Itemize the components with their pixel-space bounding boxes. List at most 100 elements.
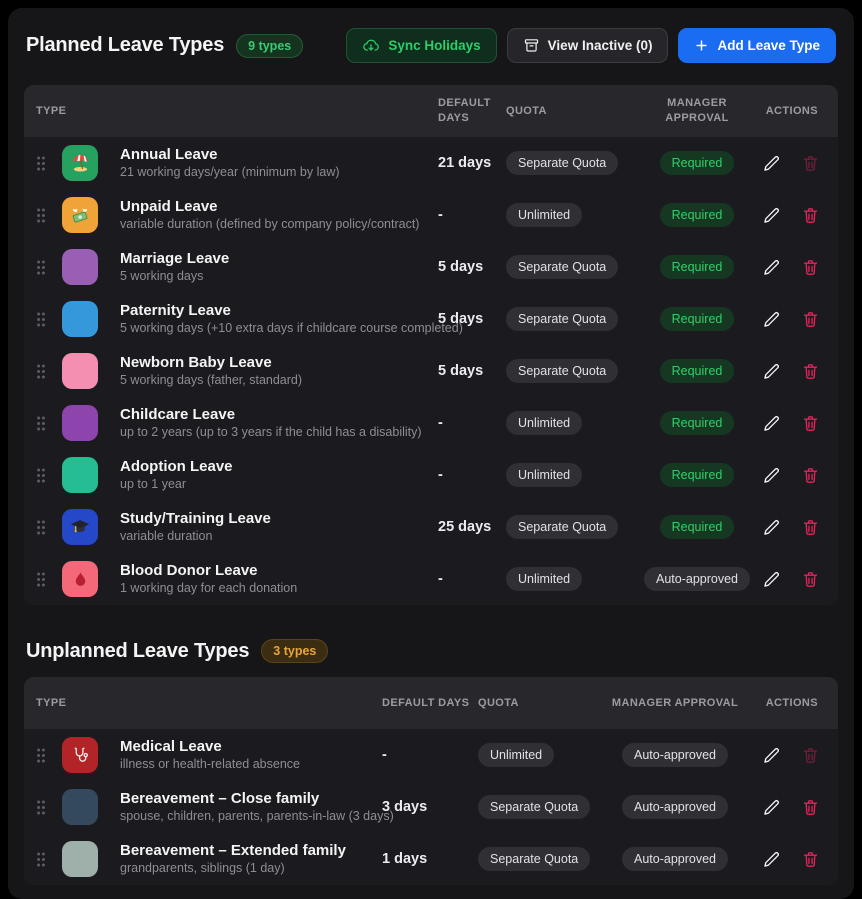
quota-badge: Unlimited [506,411,582,435]
quota-cell: Unlimited [478,743,600,767]
leave-type-cell: Marriage Leave 5 working days [108,250,438,285]
quota-badge: Separate Quota [506,255,618,279]
unplanned-leave-table: TYPE DEFAULT DAYS QUOTA MANAGER APPROVAL… [24,677,838,885]
delete-button[interactable] [801,414,820,433]
approval-cell: Required [644,255,750,279]
actions-cell [750,746,826,765]
stethoscope-icon [62,737,98,773]
leave-type-description: spouse, children, parents, parents-in-la… [120,808,382,824]
cloud-download-icon [362,37,380,55]
default-days-value: - [438,207,506,223]
leave-type-name: Unpaid Leave [120,198,438,217]
delete-button[interactable] [801,746,820,765]
delete-button[interactable] [801,518,820,537]
delete-button[interactable] [801,850,820,869]
leave-type-cell: Blood Donor Leave 1 working day for each… [108,562,438,597]
delete-button[interactable] [801,570,820,589]
edit-button[interactable] [762,206,781,225]
table-row: Unpaid Leave variable duration (defined … [24,189,838,241]
drag-handle-icon[interactable] [36,519,62,536]
edit-button[interactable] [762,798,781,817]
edit-button[interactable] [762,362,781,381]
edit-button[interactable] [762,746,781,765]
delete-button[interactable] [801,310,820,329]
actions-cell [750,570,826,589]
table-row: Study/Training Leave variable duration 2… [24,501,838,553]
drag-handle-icon[interactable] [36,311,62,328]
leave-type-cell: Bereavement – Extended family grandparen… [108,842,382,877]
drag-handle-icon[interactable] [36,467,62,484]
quota-badge: Separate Quota [506,151,618,175]
color-tile [62,841,98,877]
approval-cell: Required [644,307,750,331]
delete-button[interactable] [801,362,820,381]
delete-button[interactable] [801,154,820,173]
drag-handle-icon[interactable] [36,207,62,224]
actions-cell [750,362,826,381]
add-leave-type-button[interactable]: Add Leave Type [678,28,836,63]
edit-button[interactable] [762,154,781,173]
actions-cell [750,798,826,817]
leave-type-cell: Annual Leave 21 working days/year (minim… [108,146,438,181]
column-header-manager-approval: MANAGER APPROVAL [644,96,750,126]
table-row: Annual Leave 21 working days/year (minim… [24,137,838,189]
approval-cell: Required [644,151,750,175]
leave-type-description: grandparents, siblings (1 day) [120,860,382,876]
table-row: Childcare Leave up to 2 years (up to 3 y… [24,397,838,449]
delete-button[interactable] [801,466,820,485]
edit-button[interactable] [762,466,781,485]
edit-button[interactable] [762,414,781,433]
actions-cell [750,206,826,225]
quota-badge: Separate Quota [506,307,618,331]
view-inactive-label: View Inactive (0) [548,38,653,53]
quota-cell: Separate Quota [506,359,644,383]
default-days-value: - [438,571,506,587]
drag-handle-icon[interactable] [36,571,62,588]
drag-handle-icon[interactable] [36,363,62,380]
drag-handle-icon[interactable] [36,851,62,868]
default-days-value: 5 days [438,259,506,275]
approval-cell: Auto-approved [600,743,750,767]
actions-cell [750,258,826,277]
delete-button[interactable] [801,258,820,277]
default-days-value: 5 days [438,363,506,379]
quota-cell: Separate Quota [478,795,600,819]
edit-button[interactable] [762,310,781,329]
drag-handle-icon[interactable] [36,259,62,276]
delete-button[interactable] [801,798,820,817]
quota-cell: Separate Quota [506,151,644,175]
sync-holidays-label: Sync Holidays [388,38,480,53]
toolbar: Sync Holidays View Inactive (0) Add Leav… [346,28,836,63]
approval-cell: Required [644,411,750,435]
default-days-value: 3 days [382,799,478,815]
drag-handle-icon[interactable] [36,799,62,816]
leave-type-name: Marriage Leave [120,250,438,269]
column-header-default-days: DEFAULT DAYS [438,96,506,126]
default-days-value: - [438,415,506,431]
approval-badge: Auto-approved [622,743,728,767]
planned-section-header: Planned Leave Types 9 types Sync Holiday… [26,28,836,63]
approval-cell: Auto-approved [644,567,750,591]
edit-button[interactable] [762,850,781,869]
quota-cell: Separate Quota [506,255,644,279]
approval-badge: Required [660,307,735,331]
edit-button[interactable] [762,258,781,277]
column-header-actions: ACTIONS [750,696,826,711]
view-inactive-button[interactable]: View Inactive (0) [507,28,669,63]
quota-badge: Unlimited [478,743,554,767]
beach-umbrella-icon [62,145,98,181]
drag-handle-icon[interactable] [36,747,62,764]
approval-cell: Required [644,515,750,539]
quota-badge: Separate Quota [506,359,618,383]
leave-type-name: Bereavement – Extended family [120,842,382,861]
delete-button[interactable] [801,206,820,225]
edit-button[interactable] [762,518,781,537]
drag-handle-icon[interactable] [36,155,62,172]
page-title: Planned Leave Types [26,34,224,57]
drag-handle-icon[interactable] [36,415,62,432]
edit-button[interactable] [762,570,781,589]
leave-type-description: 5 working days [120,268,438,284]
leave-type-description: illness or health-related absence [120,756,382,772]
approval-cell: Required [644,359,750,383]
sync-holidays-button[interactable]: Sync Holidays [346,28,496,63]
